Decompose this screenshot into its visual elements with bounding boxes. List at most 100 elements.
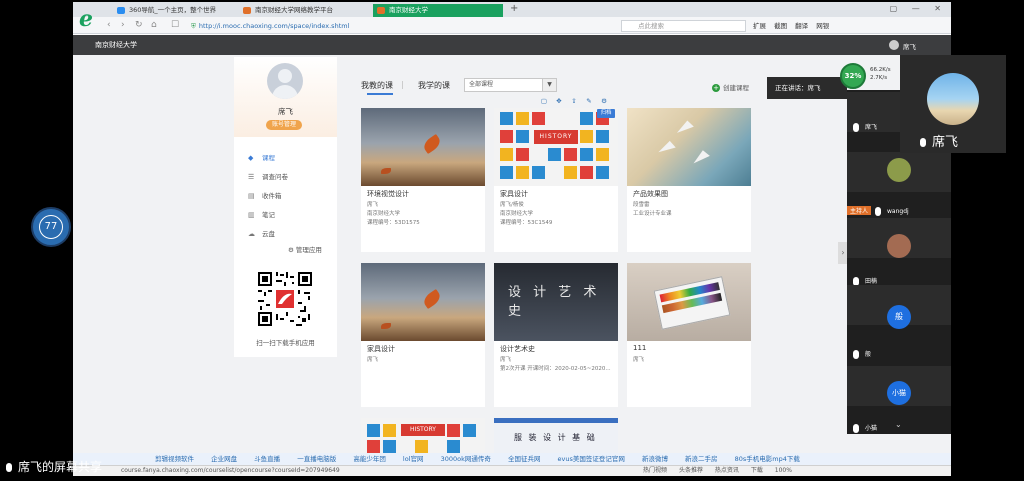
presenter-video[interactable]: 席飞 — [900, 55, 1006, 153]
manage-apps-link[interactable]: ⚙ 管理应用 — [288, 244, 322, 254]
extension-button[interactable]: 扩展 — [753, 22, 766, 30]
sidebar-item-inbox[interactable]: ▤ 收件箱 — [248, 190, 333, 202]
screen-share-label: 席飞的屏幕共享 — [6, 458, 102, 475]
course-filter-value: 全部课程 — [469, 81, 494, 88]
network-speed: 66.2K/s 2.7K/s — [870, 66, 891, 82]
chevron-down-icon[interactable]: ⌄ — [895, 420, 902, 429]
card-toolbar: ▢ ✥ ⇪ ✎ ⚙ — [539, 97, 663, 107]
course-card[interactable]: 111 席飞 — [627, 263, 751, 407]
participant-tile[interactable]: 田楠 — [847, 218, 951, 286]
home-icon[interactable]: ⌂ — [151, 20, 157, 30]
edit-icon[interactable]: ✎ — [584, 97, 594, 106]
favorite-link[interactable]: 新浪二手房 — [685, 455, 718, 463]
profile-avatar[interactable] — [267, 63, 303, 99]
course-teacher: 席飞 — [367, 357, 379, 363]
tab-learning-courses[interactable]: 我学的课 — [418, 80, 450, 91]
favorite-link[interactable]: 新浪微博 — [642, 455, 668, 463]
tab-teaching-courses[interactable]: 我教的课 — [361, 80, 393, 91]
course-title[interactable]: 家具设计 — [367, 344, 395, 354]
course-title[interactable]: 环境视觉设计 — [367, 189, 409, 199]
floating-badge[interactable]: 77 — [31, 207, 71, 247]
sidebar-item-label: 笔记 — [262, 211, 275, 219]
course-title[interactable]: 111 — [633, 344, 646, 352]
participant-avatar: 般 — [887, 305, 911, 329]
host-badge: 主持人 — [847, 206, 872, 215]
refresh-icon[interactable]: ↻ — [135, 20, 143, 30]
screenshot-button[interactable]: 截图 — [774, 22, 787, 30]
back-icon[interactable]: ‹ — [107, 20, 111, 30]
favorite-link[interactable]: 剪辑视频软件 — [155, 455, 194, 463]
forward-icon[interactable]: › — [121, 20, 125, 30]
zoom-level[interactable]: 100% — [775, 467, 792, 474]
course-teacher: 段雪雷 — [633, 202, 650, 208]
mic-icon — [6, 463, 12, 472]
course-card[interactable]: 产品效果图 段雪雷 工业设计专业课 — [627, 108, 751, 252]
favorite-link[interactable]: lol官网 — [403, 455, 424, 463]
archive-button[interactable]: 归档 — [597, 109, 615, 118]
translate-button[interactable]: 翻译 — [795, 22, 808, 30]
course-card[interactable]: HISTORY 家具设计 席飞/杨俊 南京财经大学 课程编号：53C1549 — [494, 108, 618, 252]
sidebar-item-notes[interactable]: ▥ 笔记 — [248, 209, 333, 221]
favorite-link[interactable]: 3000ok网通传奇 — [441, 455, 491, 463]
tab-active[interactable]: 南京财经大学 — [373, 4, 503, 17]
window-controls[interactable]: ▢ — ✕ — [890, 4, 947, 13]
art-history-label: 设 计 艺 术 史 — [508, 285, 601, 319]
share-icon[interactable]: ⇪ — [569, 97, 579, 106]
create-course-button[interactable]: + 创建课程 — [712, 82, 749, 92]
status-items: 热门视频 头条推荐 热点资讯 下载 100% — [643, 466, 802, 476]
course-card[interactable]: HISTORY — [361, 418, 485, 453]
sidebar-item-cloud[interactable]: ☁ 云盘 — [248, 228, 333, 240]
url-field[interactable]: ⛨ http://i.mooc.chaoxing.com/space/index.… — [191, 20, 611, 32]
favorite-link[interactable]: 全国征兵网 — [508, 455, 541, 463]
favorite-link[interactable]: 一直播电脑版 — [297, 455, 336, 463]
course-title[interactable]: 设计艺术史 — [500, 344, 535, 354]
news-link[interactable]: 热点资讯 — [715, 467, 739, 474]
manage-apps-label: 管理应用 — [295, 246, 322, 254]
favorite-link[interactable]: 80s手机电影mp4下载 — [735, 455, 800, 463]
search-input[interactable]: 点此搜索 — [621, 20, 746, 32]
course-thumbnail: 服 装 设 计 基 础 — [494, 418, 618, 453]
new-tab-button[interactable]: + — [510, 3, 518, 14]
account-manage-button[interactable]: 账号管理 — [266, 120, 302, 130]
favorite-link[interactable]: 斗鱼直播 — [254, 455, 280, 463]
participant-name: 主持人 wangdj — [847, 206, 909, 216]
favorite-link[interactable]: 高能少年团 — [353, 455, 386, 463]
cpu-gauge[interactable]: 32% — [840, 63, 866, 89]
participant-tile[interactable]: 主持人 wangdj — [847, 152, 951, 216]
course-filter-select[interactable]: 全部课程 ▼ — [464, 78, 557, 92]
course-teacher: 席飞/杨俊 — [500, 202, 524, 208]
favorite-link[interactable]: 企业网盘 — [211, 455, 237, 463]
tab-bar: 360导航_一个主页，整个世界 南京财经大学网络教学平台 南京财经大学 + ▢ … — [73, 2, 951, 17]
mic-icon — [875, 207, 882, 216]
qr-caption: 扫一扫下载手机应用 — [256, 339, 315, 347]
course-card[interactable]: 家具设计 席飞 — [361, 263, 485, 407]
course-title[interactable]: 产品效果图 — [633, 189, 668, 199]
header-username[interactable]: 席飞 — [903, 41, 916, 51]
tab-platform[interactable]: 南京财经大学网络教学平台 — [239, 4, 359, 17]
copy-icon[interactable]: ▢ — [539, 97, 549, 106]
tab-360[interactable]: 360导航_一个主页，整个世界 — [113, 4, 223, 17]
headline-link[interactable]: 头条推荐 — [679, 467, 703, 474]
profile-panel: 席飞 账号管理 ◆ 课程 ☰ 调查问卷 ▤ 收件箱 ▥ 笔记 ☁ 云盘 ⚙ 管理… — [234, 57, 337, 357]
move-icon[interactable]: ✥ — [554, 97, 564, 106]
course-title[interactable]: 家具设计 — [500, 189, 528, 199]
favorite-link[interactable]: evus美国签证登记官网 — [558, 455, 625, 463]
status-url: course.fanya.chaoxing.com/courselist/ope… — [121, 467, 340, 474]
sidebar-item-course[interactable]: ◆ 课程 — [248, 152, 333, 164]
site-name[interactable]: 南京财经大学 — [95, 40, 137, 50]
course-card[interactable]: 环境视觉设计 席飞 南京财经大学 课程编号：53D1575 — [361, 108, 485, 252]
download-link[interactable]: 下载 — [751, 467, 763, 474]
page-content: 席飞 账号管理 ◆ 课程 ☰ 调查问卷 ▤ 收件箱 ▥ 笔记 ☁ 云盘 ⚙ 管理… — [73, 55, 951, 453]
course-icon: ◆ — [248, 154, 254, 162]
fashion-label: 服 装 设 计 基 础 — [514, 433, 597, 442]
course-card[interactable]: 设 计 艺 术 史 设计艺术史 席飞 第2次开课 开课时间：2020-02-05… — [494, 263, 618, 407]
avatar[interactable] — [889, 40, 899, 50]
course-thumbnail: HISTORY — [494, 108, 618, 186]
participant-tile[interactable]: 小猫 小猫 — [847, 366, 951, 433]
settings-icon[interactable]: ⚙ — [599, 97, 609, 106]
participant-tile[interactable]: 般 般 — [847, 285, 951, 359]
course-card[interactable]: 服 装 设 计 基 础 — [494, 418, 618, 453]
sidebar-item-survey[interactable]: ☰ 调查问卷 — [248, 171, 333, 183]
bank-button[interactable]: 网银 — [816, 22, 829, 30]
video-link[interactable]: 热门视频 — [643, 467, 667, 474]
